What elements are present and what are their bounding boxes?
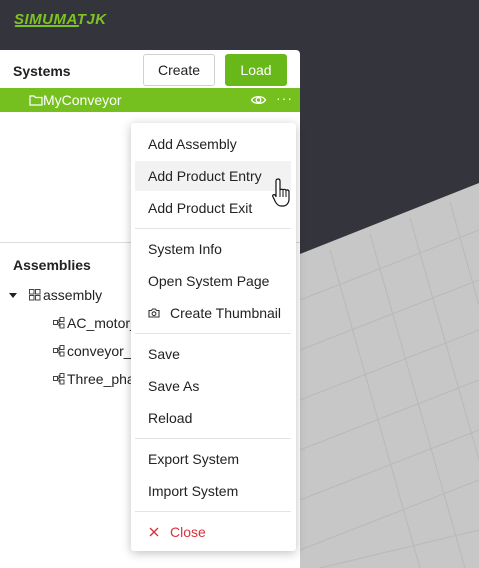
create-button[interactable]: Create [143, 54, 215, 86]
logo-underline [14, 25, 80, 27]
system-name: MyConveyor [43, 92, 122, 108]
menu-separator [135, 228, 291, 229]
menu-item-save-as[interactable]: Save As [131, 371, 296, 401]
more-icon[interactable]: ··· [276, 91, 292, 107]
tree-item-component[interactable]: conveyor_l [53, 343, 135, 359]
menu-item-open-system-page[interactable]: Open System Page [131, 266, 296, 296]
simumatik-logo: SIMUMATJK [14, 11, 107, 28]
component-icon [53, 345, 65, 357]
tree-item-label: AC_motor_ [67, 315, 138, 331]
assemblies-title: Assemblies [13, 257, 91, 273]
menu-separator [135, 333, 291, 334]
camera-icon [148, 308, 160, 318]
folder-icon [29, 95, 43, 106]
menu-item-reload[interactable]: Reload [131, 403, 296, 433]
eye-icon[interactable] [250, 92, 267, 108]
menu-separator [135, 511, 291, 512]
menu-item-create-thumbnail[interactable]: Create Thumbnail [131, 298, 296, 328]
system-row-myconveyor[interactable]: MyConveyor ··· [0, 88, 300, 112]
component-icon [53, 317, 65, 329]
close-icon [149, 527, 159, 537]
tree-item-label: conveyor_l [67, 343, 135, 359]
menu-item-add-assembly[interactable]: Add Assembly [131, 129, 296, 159]
menu-item-close[interactable]: Close [131, 517, 296, 547]
menu-item-system-info[interactable]: System Info [131, 234, 296, 264]
tree-item-component[interactable]: AC_motor_ [53, 315, 138, 331]
load-button[interactable]: Load [225, 54, 287, 86]
assembly-grid-icon [29, 289, 41, 301]
hand-pointer-icon [272, 178, 290, 207]
tree-item-label: assembly [43, 287, 103, 303]
menu-separator [135, 438, 291, 439]
menu-item-label: Close [170, 524, 206, 540]
menu-item-label: Create Thumbnail [170, 305, 282, 321]
menu-item-export-system[interactable]: Export System [131, 444, 296, 474]
systems-title: Systems [13, 63, 71, 79]
menu-item-save[interactable]: Save [131, 339, 296, 369]
component-icon [53, 373, 65, 385]
menu-item-add-product-entry[interactable]: Add Product Entry [135, 161, 291, 191]
menu-item-import-system[interactable]: Import System [131, 476, 296, 506]
systems-header: Systems Create Load [0, 50, 300, 88]
expand-caret-icon[interactable] [9, 293, 17, 298]
tree-item-assembly[interactable]: assembly [29, 287, 102, 303]
tree-item-component[interactable]: Three_phas [53, 371, 142, 387]
